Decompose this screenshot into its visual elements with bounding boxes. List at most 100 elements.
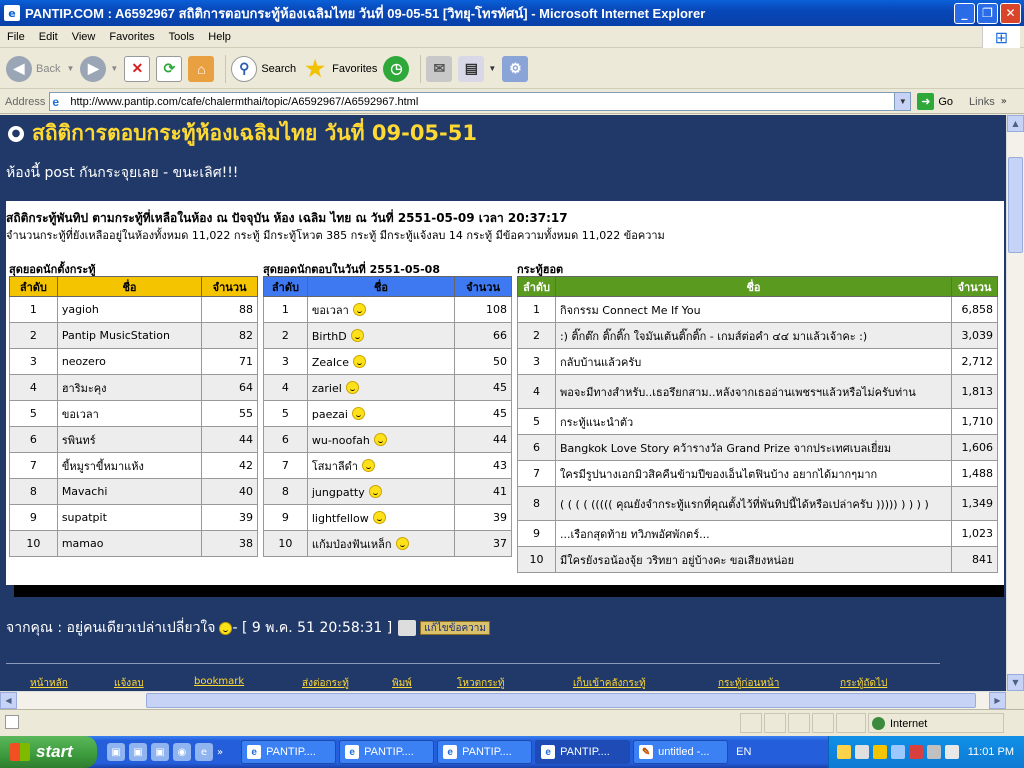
- refresh-button[interactable]: ⟳: [156, 55, 183, 82]
- minimize-button[interactable]: _: [954, 2, 975, 24]
- name-cell[interactable]: lightfellow: [306, 504, 456, 531]
- name-cell[interactable]: รพินทร์: [56, 426, 203, 453]
- quicklaunch-more-icon[interactable]: »: [217, 747, 223, 758]
- quicklaunch-app-icon[interactable]: ◉: [173, 743, 191, 761]
- quicklaunch-app-icon[interactable]: ▣: [107, 743, 125, 761]
- horizontal-scrollbar[interactable]: ◀ ▶: [0, 691, 1006, 709]
- taskbar-window-button[interactable]: e PANTIP....: [241, 740, 337, 764]
- name-cell[interactable]: แก้มป่องฟันเหล็ก: [306, 530, 456, 557]
- tray-app-icon[interactable]: [837, 745, 851, 759]
- rank-cell-text: 9: [532, 527, 540, 540]
- quicklaunch-app-icon[interactable]: ▣: [151, 743, 169, 761]
- horizontal-scroll-thumb[interactable]: [146, 693, 976, 708]
- name-cell[interactable]: Mavachi: [56, 478, 203, 505]
- nav-home-link[interactable]: หน้าหลัก: [30, 676, 68, 691]
- nav-report-link[interactable]: แจ้งลบ: [114, 676, 144, 691]
- name-cell[interactable]: :) ติ๊กต๊ก ติ๊กติ๊ก ใจมันเต้นติ๊กติ๊ก - …: [554, 322, 953, 349]
- name-cell[interactable]: zariel: [306, 374, 456, 401]
- vertical-scroll-thumb[interactable]: [1008, 157, 1023, 253]
- name-cell[interactable]: Bangkok Love Story คว้ารางวัล Grand Priz…: [554, 434, 953, 461]
- taskbar-window-button[interactable]: e PANTIP....: [437, 740, 533, 764]
- menu-file[interactable]: File: [0, 31, 32, 43]
- name-cell[interactable]: ใครมีรูปนางเอกมิวสิคคืนข้ามปีของเอ็นไตฟิ…: [554, 460, 953, 487]
- name-cell[interactable]: พอจะมีทางสำหรับ..เธอรึยกสาม..หลังจากเธออ…: [554, 374, 953, 409]
- nav-prev-topic-link[interactable]: กระทู้ก่อนหน้า: [718, 676, 779, 691]
- maximize-button[interactable]: ❐: [977, 2, 998, 24]
- smiley-icon: [368, 484, 382, 498]
- forward-button[interactable]: ▶ ▼: [80, 55, 118, 82]
- nav-forward-link[interactable]: ส่งต่อกระทู้: [302, 676, 349, 691]
- menu-help[interactable]: Help: [201, 31, 238, 43]
- name-cell[interactable]: กิจกรรม Connect Me If You: [554, 296, 953, 323]
- name-cell[interactable]: paezai: [306, 400, 456, 427]
- address-input[interactable]: e http://www.pantip.com/cafe/chalermthai…: [49, 92, 912, 111]
- menu-tools[interactable]: Tools: [162, 31, 202, 43]
- go-button[interactable]: ➜ Go: [917, 93, 953, 110]
- history-button[interactable]: ◷: [383, 55, 410, 82]
- name-cell[interactable]: wu-noofah: [306, 426, 456, 453]
- tray-app-icon[interactable]: [855, 745, 869, 759]
- taskbar-window-button[interactable]: e PANTIP....: [339, 740, 435, 764]
- name-cell[interactable]: ฮาริมะคุง: [56, 374, 203, 401]
- nav-next-topic-link[interactable]: กระทู้ถัดไป: [840, 676, 887, 691]
- window-titlebar[interactable]: e PANTIP.COM : A6592967 สถิติการตอบกระทู…: [0, 0, 1024, 26]
- search-button[interactable]: ⚲ Search: [231, 55, 296, 82]
- vertical-scrollbar[interactable]: ▲ ▼: [1006, 115, 1024, 691]
- messenger-button[interactable]: ⚙: [502, 55, 529, 82]
- name-cell[interactable]: ...เรือกสุดท้าย ทวิภพอัศพักตร์...: [554, 520, 953, 547]
- name-cell-text: กระทู้แนะนำตัว: [559, 415, 634, 429]
- name-cell[interactable]: ZeaIce: [306, 348, 456, 375]
- name-cell[interactable]: yagioh: [56, 296, 203, 323]
- tray-app-icon[interactable]: [891, 745, 905, 759]
- name-cell[interactable]: mamao: [56, 530, 203, 557]
- back-button[interactable]: ◀ Back ▼: [6, 55, 74, 82]
- print-button[interactable]: ▤ ▼: [458, 55, 496, 82]
- name-cell[interactable]: BirthD: [306, 322, 456, 349]
- links-button[interactable]: Links: [969, 96, 995, 108]
- stop-button[interactable]: ✕: [124, 55, 151, 82]
- name-cell[interactable]: กระทู้แนะนำตัว: [554, 408, 953, 435]
- table-hot-topics: ลำดับ ชื่อ จำนวน 1 กิจกรรม Connect Me If Yo…: [517, 276, 998, 573]
- address-dropdown-icon[interactable]: ▼: [894, 93, 911, 110]
- rank-cell-text: 1: [281, 303, 289, 316]
- edit-message-button[interactable]: แก้ไขข้อความ: [420, 621, 490, 635]
- nav-vote-link[interactable]: โหวตกระทู้: [457, 676, 504, 691]
- menu-view[interactable]: View: [65, 31, 103, 43]
- tray-app-icon[interactable]: [909, 745, 923, 759]
- nav-print-link[interactable]: พิมพ์: [392, 676, 412, 691]
- name-cell[interactable]: โสมาลีดำ: [306, 452, 456, 479]
- nav-bookmark-link[interactable]: bookmark: [194, 676, 244, 687]
- name-cell[interactable]: neozero: [56, 348, 203, 375]
- scroll-left-icon[interactable]: ◀: [0, 692, 17, 709]
- close-button[interactable]: ✕: [1000, 2, 1021, 24]
- name-cell[interactable]: มีใครยังรอน้องจุ้ย วริทยา อยู่บ้างคะ ขอเ…: [554, 546, 953, 573]
- home-button[interactable]: ⌂: [188, 55, 215, 82]
- favorites-button[interactable]: ★ Favorites: [302, 56, 377, 82]
- tray-network-icon[interactable]: [927, 745, 941, 759]
- name-cell[interactable]: ขอเวลา: [306, 296, 456, 323]
- name-cell[interactable]: ( ( ( ( ((((( คุณยังจำกระทู้แรกที่คุณตั้…: [554, 486, 953, 521]
- menu-favorites[interactable]: Favorites: [102, 31, 161, 43]
- name-cell[interactable]: ขอเวลา: [56, 400, 203, 427]
- start-button[interactable]: start: [0, 736, 97, 768]
- home-icon: ⌂: [188, 55, 215, 82]
- name-cell[interactable]: Pantip MusicStation: [56, 322, 203, 349]
- name-cell[interactable]: กลับบ้านแล้วครับ: [554, 348, 953, 375]
- name-cell[interactable]: jungpatty: [306, 478, 456, 505]
- tray-volume-icon[interactable]: [945, 745, 959, 759]
- name-cell[interactable]: supatpit: [56, 504, 203, 531]
- scroll-down-icon[interactable]: ▼: [1007, 674, 1024, 691]
- nav-archive-link[interactable]: เก็บเข้าคลังกระทู้: [573, 676, 646, 691]
- taskbar-window-button[interactable]: ✎ untitled -...: [633, 740, 729, 764]
- mail-button[interactable]: ✉: [426, 55, 453, 82]
- scroll-up-icon[interactable]: ▲: [1007, 115, 1024, 132]
- table-row: 1 กิจกรรม Connect Me If You 6,858: [517, 296, 998, 323]
- language-indicator[interactable]: EN: [736, 746, 751, 758]
- scroll-right-icon[interactable]: ▶: [989, 692, 1006, 709]
- quicklaunch-ie-icon[interactable]: e: [195, 743, 213, 761]
- quicklaunch-app-icon[interactable]: ▣: [129, 743, 147, 761]
- name-cell[interactable]: ขี้หมูราขี้หมาแห้ง: [56, 452, 203, 479]
- taskbar-window-button-active[interactable]: e PANTIP....: [535, 740, 631, 764]
- menu-edit[interactable]: Edit: [32, 31, 65, 43]
- tray-app-icon[interactable]: [873, 745, 887, 759]
